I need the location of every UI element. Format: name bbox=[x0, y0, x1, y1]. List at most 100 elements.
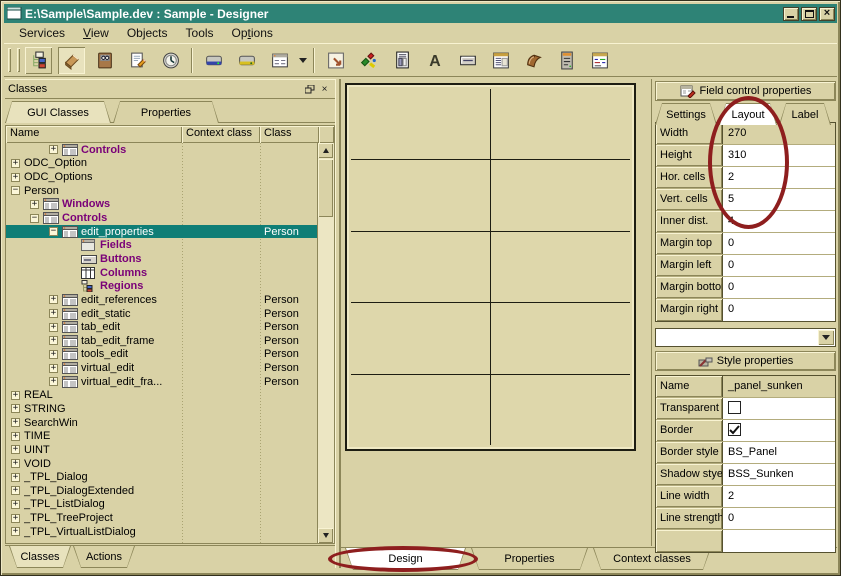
toggle-expand-icon[interactable]: + bbox=[49, 295, 58, 304]
property-value[interactable]: 0 bbox=[722, 233, 835, 254]
design-grid-cell[interactable] bbox=[351, 89, 490, 159]
property-value[interactable]: _panel_sunken bbox=[722, 376, 835, 397]
drive-yellow-button[interactable] bbox=[233, 47, 260, 74]
toggle-collapse-icon[interactable]: − bbox=[30, 214, 39, 223]
toggle-expand-icon[interactable]: + bbox=[49, 377, 58, 386]
tab-properties[interactable]: Properties bbox=[113, 101, 219, 123]
tab-properties[interactable]: Properties bbox=[471, 548, 588, 570]
maximize-button[interactable] bbox=[801, 7, 817, 21]
checkbox-unchecked[interactable] bbox=[728, 401, 741, 414]
toggle-expand-icon[interactable]: + bbox=[11, 473, 20, 482]
tree-row-searchwin[interactable]: +SearchWin bbox=[6, 416, 317, 430]
tree-row-regions[interactable]: Regions bbox=[6, 279, 317, 293]
edit-document-button[interactable] bbox=[124, 47, 151, 74]
toolbar-grip[interactable] bbox=[8, 48, 11, 72]
toggle-expand-icon[interactable]: + bbox=[11, 500, 20, 509]
toggle-collapse-icon[interactable]: − bbox=[49, 227, 58, 236]
report-button[interactable] bbox=[388, 47, 415, 74]
toggle-expand-icon[interactable]: + bbox=[11, 173, 20, 182]
column-header-class[interactable]: Class bbox=[260, 126, 319, 143]
toggle-expand-icon[interactable]: + bbox=[11, 486, 20, 495]
toggle-expand-icon[interactable]: + bbox=[49, 336, 58, 345]
checkbox-checked[interactable] bbox=[728, 423, 741, 436]
property-value[interactable]: 0 bbox=[722, 299, 835, 321]
menu-item-tools[interactable]: Tools bbox=[177, 24, 223, 42]
toggle-expand-icon[interactable]: + bbox=[49, 145, 58, 154]
tree-row-odc-options[interactable]: +ODC_Options bbox=[6, 170, 317, 184]
design-canvas[interactable] bbox=[345, 83, 636, 451]
property-value[interactable]: 2 bbox=[722, 167, 835, 188]
property-value[interactable]: 0 bbox=[722, 255, 835, 276]
tree-row-tab-edit[interactable]: +tab_editPerson bbox=[6, 320, 317, 334]
book-button[interactable] bbox=[520, 47, 547, 74]
property-value[interactable]: BS_Panel bbox=[722, 442, 835, 463]
drive-blue-button[interactable] bbox=[200, 47, 227, 74]
field-control-properties-header[interactable]: Field control properties bbox=[655, 81, 836, 101]
property-value[interactable]: 0 bbox=[722, 277, 835, 298]
pointer-box-button[interactable] bbox=[322, 47, 349, 74]
toggle-expand-icon[interactable]: + bbox=[11, 432, 20, 441]
property-value[interactable]: 310 bbox=[722, 145, 835, 166]
tree-row-virtual-edit[interactable]: +virtual_editPerson bbox=[6, 361, 317, 375]
design-grid-cell[interactable] bbox=[491, 303, 630, 373]
design-grid-cell[interactable] bbox=[351, 375, 490, 445]
tree-row-uint[interactable]: +UINT bbox=[6, 443, 317, 457]
design-grid-cell[interactable] bbox=[491, 232, 630, 302]
tab-actions[interactable]: Actions bbox=[73, 546, 135, 568]
menu-item-objects[interactable]: Objects bbox=[118, 24, 177, 42]
menu-item-options[interactable]: Options bbox=[223, 24, 282, 42]
tree-row-time[interactable]: +TIME bbox=[6, 429, 317, 443]
property-value[interactable]: 270 bbox=[722, 123, 835, 144]
property-value[interactable]: 5 bbox=[722, 189, 835, 210]
menu-item-view[interactable]: View bbox=[74, 24, 118, 42]
tree-row-columns[interactable]: Columns bbox=[6, 266, 317, 280]
tab-gui-classes[interactable]: GUI Classes bbox=[5, 101, 111, 123]
address-book-button[interactable] bbox=[91, 47, 118, 74]
toggle-expand-icon[interactable]: + bbox=[11, 445, 20, 454]
menu-item-services[interactable]: Services bbox=[10, 24, 74, 42]
property-value[interactable]: BSS_Sunken bbox=[722, 464, 835, 485]
combo-dropdown-button[interactable] bbox=[818, 330, 834, 345]
tree-row-edit-properties[interactable]: −edit_propertiesPerson bbox=[6, 225, 317, 239]
style-properties-header[interactable]: Style properties bbox=[655, 351, 836, 371]
tree-row-edit-static[interactable]: +edit_staticPerson bbox=[6, 307, 317, 321]
form-window-dropdown-button[interactable] bbox=[296, 47, 309, 74]
tree-scrollbar[interactable] bbox=[317, 143, 334, 543]
toggle-expand-icon[interactable]: + bbox=[11, 418, 20, 427]
title-bar[interactable]: E:\Sample\Sample.dev : Sample - Designer… bbox=[4, 4, 837, 23]
tree-row-windows[interactable]: +Windows bbox=[6, 198, 317, 212]
toggle-expand-icon[interactable]: + bbox=[11, 391, 20, 400]
toolbar-grip[interactable] bbox=[17, 48, 20, 72]
scroll-down-button[interactable] bbox=[318, 528, 333, 543]
toggle-expand-icon[interactable]: + bbox=[11, 404, 20, 413]
toggle-expand-icon[interactable]: + bbox=[49, 309, 58, 318]
toggle-expand-icon[interactable]: + bbox=[11, 159, 20, 168]
tab-settings[interactable]: Settings bbox=[655, 103, 717, 125]
dock-header[interactable]: Classes × bbox=[5, 79, 335, 99]
form-window-button[interactable] bbox=[266, 47, 293, 74]
tree-row-tpl-virtuallistdialog[interactable]: +_TPL_VirtualListDialog bbox=[6, 525, 317, 539]
property-value[interactable]: 4 bbox=[722, 211, 835, 232]
tree-row-tpl-dialogextended[interactable]: +_TPL_DialogExtended bbox=[6, 484, 317, 498]
toggle-expand-icon[interactable]: + bbox=[11, 459, 20, 468]
server-button[interactable] bbox=[553, 47, 580, 74]
design-grid-cell[interactable] bbox=[491, 160, 630, 230]
tree-row-controls[interactable]: +Controls bbox=[6, 143, 317, 157]
toggle-expand-icon[interactable]: + bbox=[11, 527, 20, 536]
tree-row-buttons[interactable]: Buttons bbox=[6, 252, 317, 266]
color-tools-button[interactable] bbox=[355, 47, 382, 74]
toggle-expand-icon[interactable]: + bbox=[11, 514, 20, 523]
toggle-expand-icon[interactable]: + bbox=[30, 200, 39, 209]
tab-design[interactable]: Design bbox=[345, 548, 466, 570]
tree-row-edit-references[interactable]: +edit_referencesPerson bbox=[6, 293, 317, 307]
tree-row-string[interactable]: +STRING bbox=[6, 402, 317, 416]
toggle-expand-icon[interactable]: + bbox=[49, 350, 58, 359]
tree-row-odc-option[interactable]: +ODC_Option bbox=[6, 157, 317, 171]
eraser-button[interactable] bbox=[58, 47, 85, 74]
tree-row-tools-edit[interactable]: +tools_editPerson bbox=[6, 348, 317, 362]
tree-row-controls[interactable]: −Controls bbox=[6, 211, 317, 225]
tree-row-person[interactable]: −Person bbox=[6, 184, 317, 198]
column-header-name[interactable]: Name bbox=[6, 126, 182, 143]
tree-row-tpl-dialog[interactable]: +_TPL_Dialog bbox=[6, 470, 317, 484]
scrollbar-thumb[interactable] bbox=[318, 159, 333, 217]
